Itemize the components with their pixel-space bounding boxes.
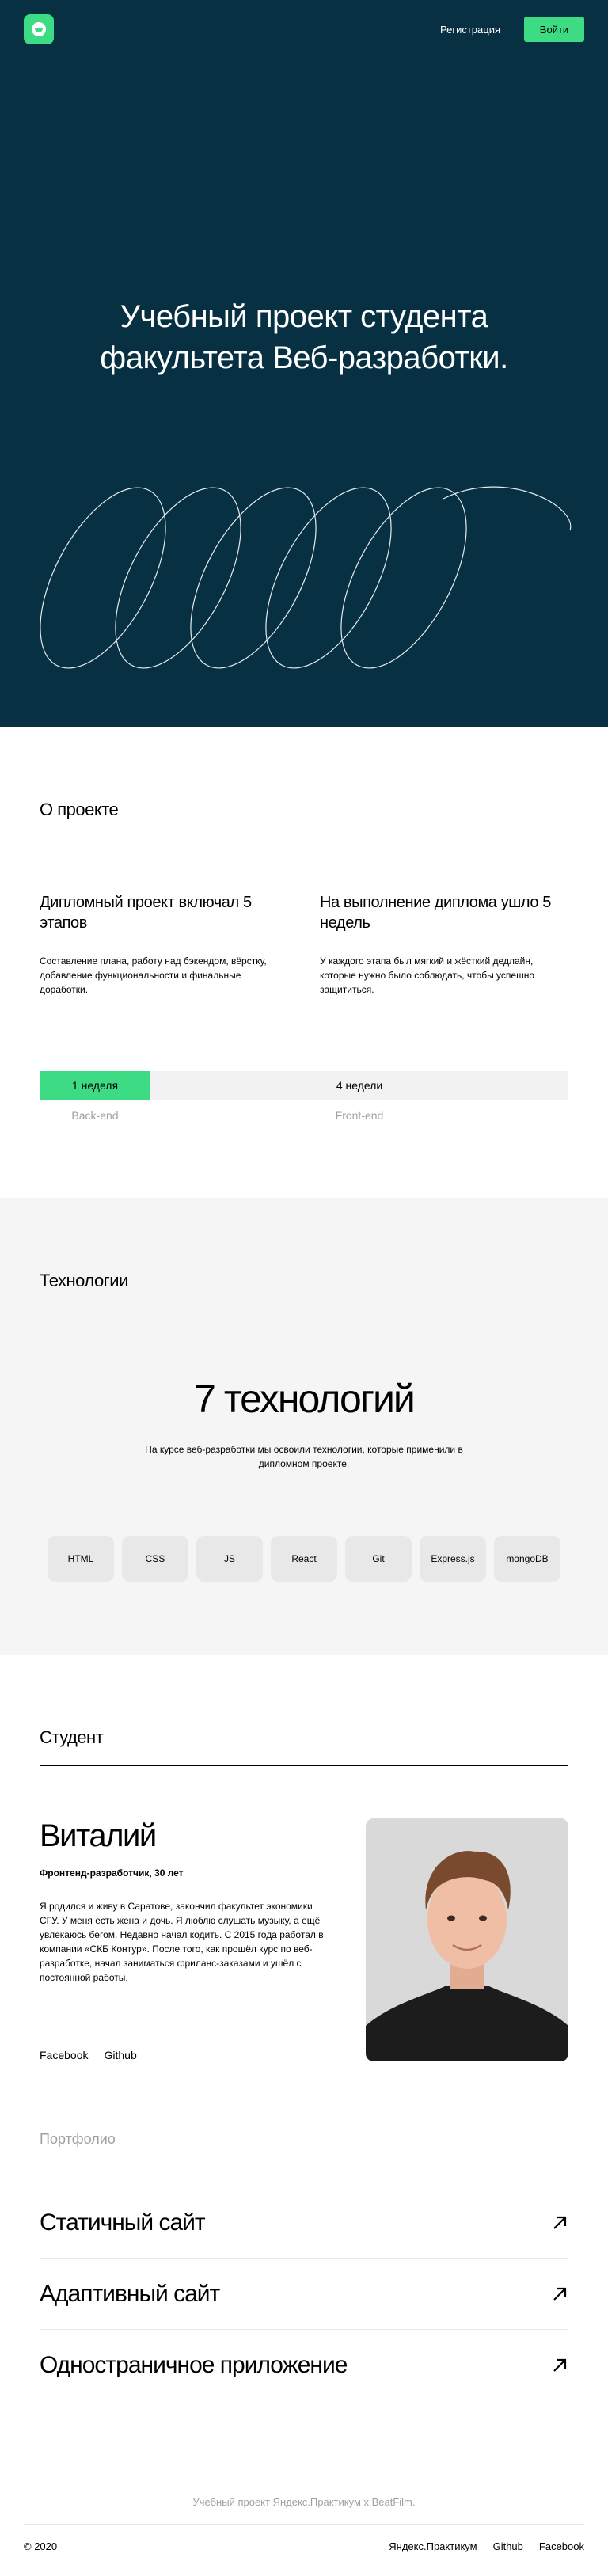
header-nav: Регистрация Войти (440, 17, 584, 42)
student-card: Виталий Фронтенд-разработчик, 30 лет Я р… (40, 1818, 568, 2061)
portfolio-link-static-site[interactable]: Статичный сайт (40, 2187, 568, 2259)
github-link[interactable]: Github (104, 2049, 136, 2061)
backend-label: Back-end (71, 1109, 119, 1122)
frontend-label: Front-end (335, 1109, 384, 1122)
tech-item-html: HTML (48, 1536, 114, 1582)
tech-count-heading: 7 технологий (194, 1377, 416, 1421)
tech-title: Технологии (40, 1271, 568, 1309)
student-social-links: Facebook Github (40, 2049, 334, 2061)
about-title: О проекте (40, 800, 568, 838)
arrow-up-right-icon (553, 2287, 567, 2301)
portfolio-link-label: Одностраничное приложение (40, 2352, 348, 2378)
frontend-duration-bar: 4 недели (150, 1071, 568, 1100)
about-column-heading: Дипломный проект включал 5 этапов (40, 894, 252, 932)
about-column-duration: На выполнение диплома ушло 5 недель У ка… (320, 892, 568, 997)
footer-link-facebook[interactable]: Facebook (539, 2540, 584, 2552)
tech-item-js: JS (196, 1536, 263, 1582)
footer-link-practicum[interactable]: Яндекс.Практикум (389, 2540, 477, 2552)
portfolio-link-adaptive-site[interactable]: Адаптивный сайт (40, 2259, 568, 2330)
arrow-up-right-icon (553, 2358, 567, 2372)
tech-item-express: Express.js (420, 1536, 486, 1582)
hero-section: Регистрация Войти Учебный проект студент… (0, 0, 608, 727)
tech-item-mongodb: mongoDB (494, 1536, 560, 1582)
about-column-heading: На выполнение диплома ушло 5 недель (320, 894, 552, 932)
tech-item-css: CSS (122, 1536, 188, 1582)
portfolio-list: Статичный сайт Адаптивный сайт Одностран… (40, 2187, 568, 2401)
portfolio-link-label: Адаптивный сайт (40, 2280, 220, 2307)
student-title: Студент (40, 1727, 568, 1766)
hero-loops-illustration (40, 486, 572, 669)
timeline-backend: 1 неделя Back-end (40, 1071, 150, 1122)
logo-icon[interactable] (24, 14, 54, 44)
timeline-frontend: 4 недели Front-end (150, 1071, 568, 1122)
student-photo (366, 1818, 568, 2061)
tech-description: На курсе веб-разработки мы освоили техно… (145, 1444, 463, 1469)
site-header: Регистрация Войти (0, 0, 608, 59)
register-link[interactable]: Регистрация (440, 24, 500, 36)
arrow-up-right-icon (553, 2216, 567, 2229)
facebook-link[interactable]: Facebook (40, 2049, 88, 2061)
student-info: Виталий Фронтенд-разработчик, 30 лет Я р… (40, 1818, 366, 2061)
site-footer: Учебный проект Яндекс.Практикум х BeatFi… (0, 2496, 608, 2576)
tech-list: HTML CSS JS React Git Express.js mongoDB (40, 1536, 568, 1582)
footer-link-github[interactable]: Github (493, 2540, 523, 2552)
footer-copyright: © 2020 (24, 2540, 58, 2552)
student-portrait-illustration (366, 1818, 568, 2061)
hero-title: Учебный проект студента факультета Веб-р… (100, 299, 508, 375)
student-role: Фронтенд-разработчик, 30 лет (40, 1867, 184, 1879)
footer-links: Яндекс.Практикум Github Facebook (389, 2540, 584, 2552)
portfolio-link-label: Статичный сайт (40, 2209, 206, 2236)
project-timeline: 1 неделя Back-end 4 недели Front-end (40, 1071, 568, 1122)
footer-note: Учебный проект Яндекс.Практикум х BeatFi… (24, 2496, 584, 2525)
portfolio-section: Портфолио Статичный сайт Адаптивный сайт… (0, 2061, 608, 2496)
login-button[interactable]: Войти (524, 17, 584, 42)
about-section: О проекте Дипломный проект включал 5 эта… (0, 727, 608, 1198)
backend-duration-bar: 1 неделя (40, 1071, 150, 1100)
student-name: Виталий (40, 1818, 157, 1853)
tech-item-react: React (271, 1536, 337, 1582)
footer-bottom: © 2020 Яндекс.Практикум Github Facebook (24, 2540, 584, 2552)
student-section: Студент Виталий Фронтенд-разработчик, 30… (0, 1655, 608, 2061)
tech-item-git: Git (345, 1536, 412, 1582)
student-bio: Я родился и живу в Саратове, закончил фа… (40, 1901, 324, 1983)
about-column-stages: Дипломный проект включал 5 этапов Состав… (40, 892, 288, 997)
about-column-text: У каждого этапа был мягкий и жёсткий дед… (320, 956, 534, 995)
about-column-text: Составление плана, работу над бэкендом, … (40, 956, 267, 995)
tech-section: Технологии 7 технологий На курсе веб-раз… (0, 1198, 608, 1655)
portfolio-title: Портфолио (40, 2131, 116, 2147)
portfolio-link-spa[interactable]: Одностраничное приложение (40, 2330, 568, 2401)
about-columns: Дипломный проект включал 5 этапов Состав… (40, 892, 568, 997)
